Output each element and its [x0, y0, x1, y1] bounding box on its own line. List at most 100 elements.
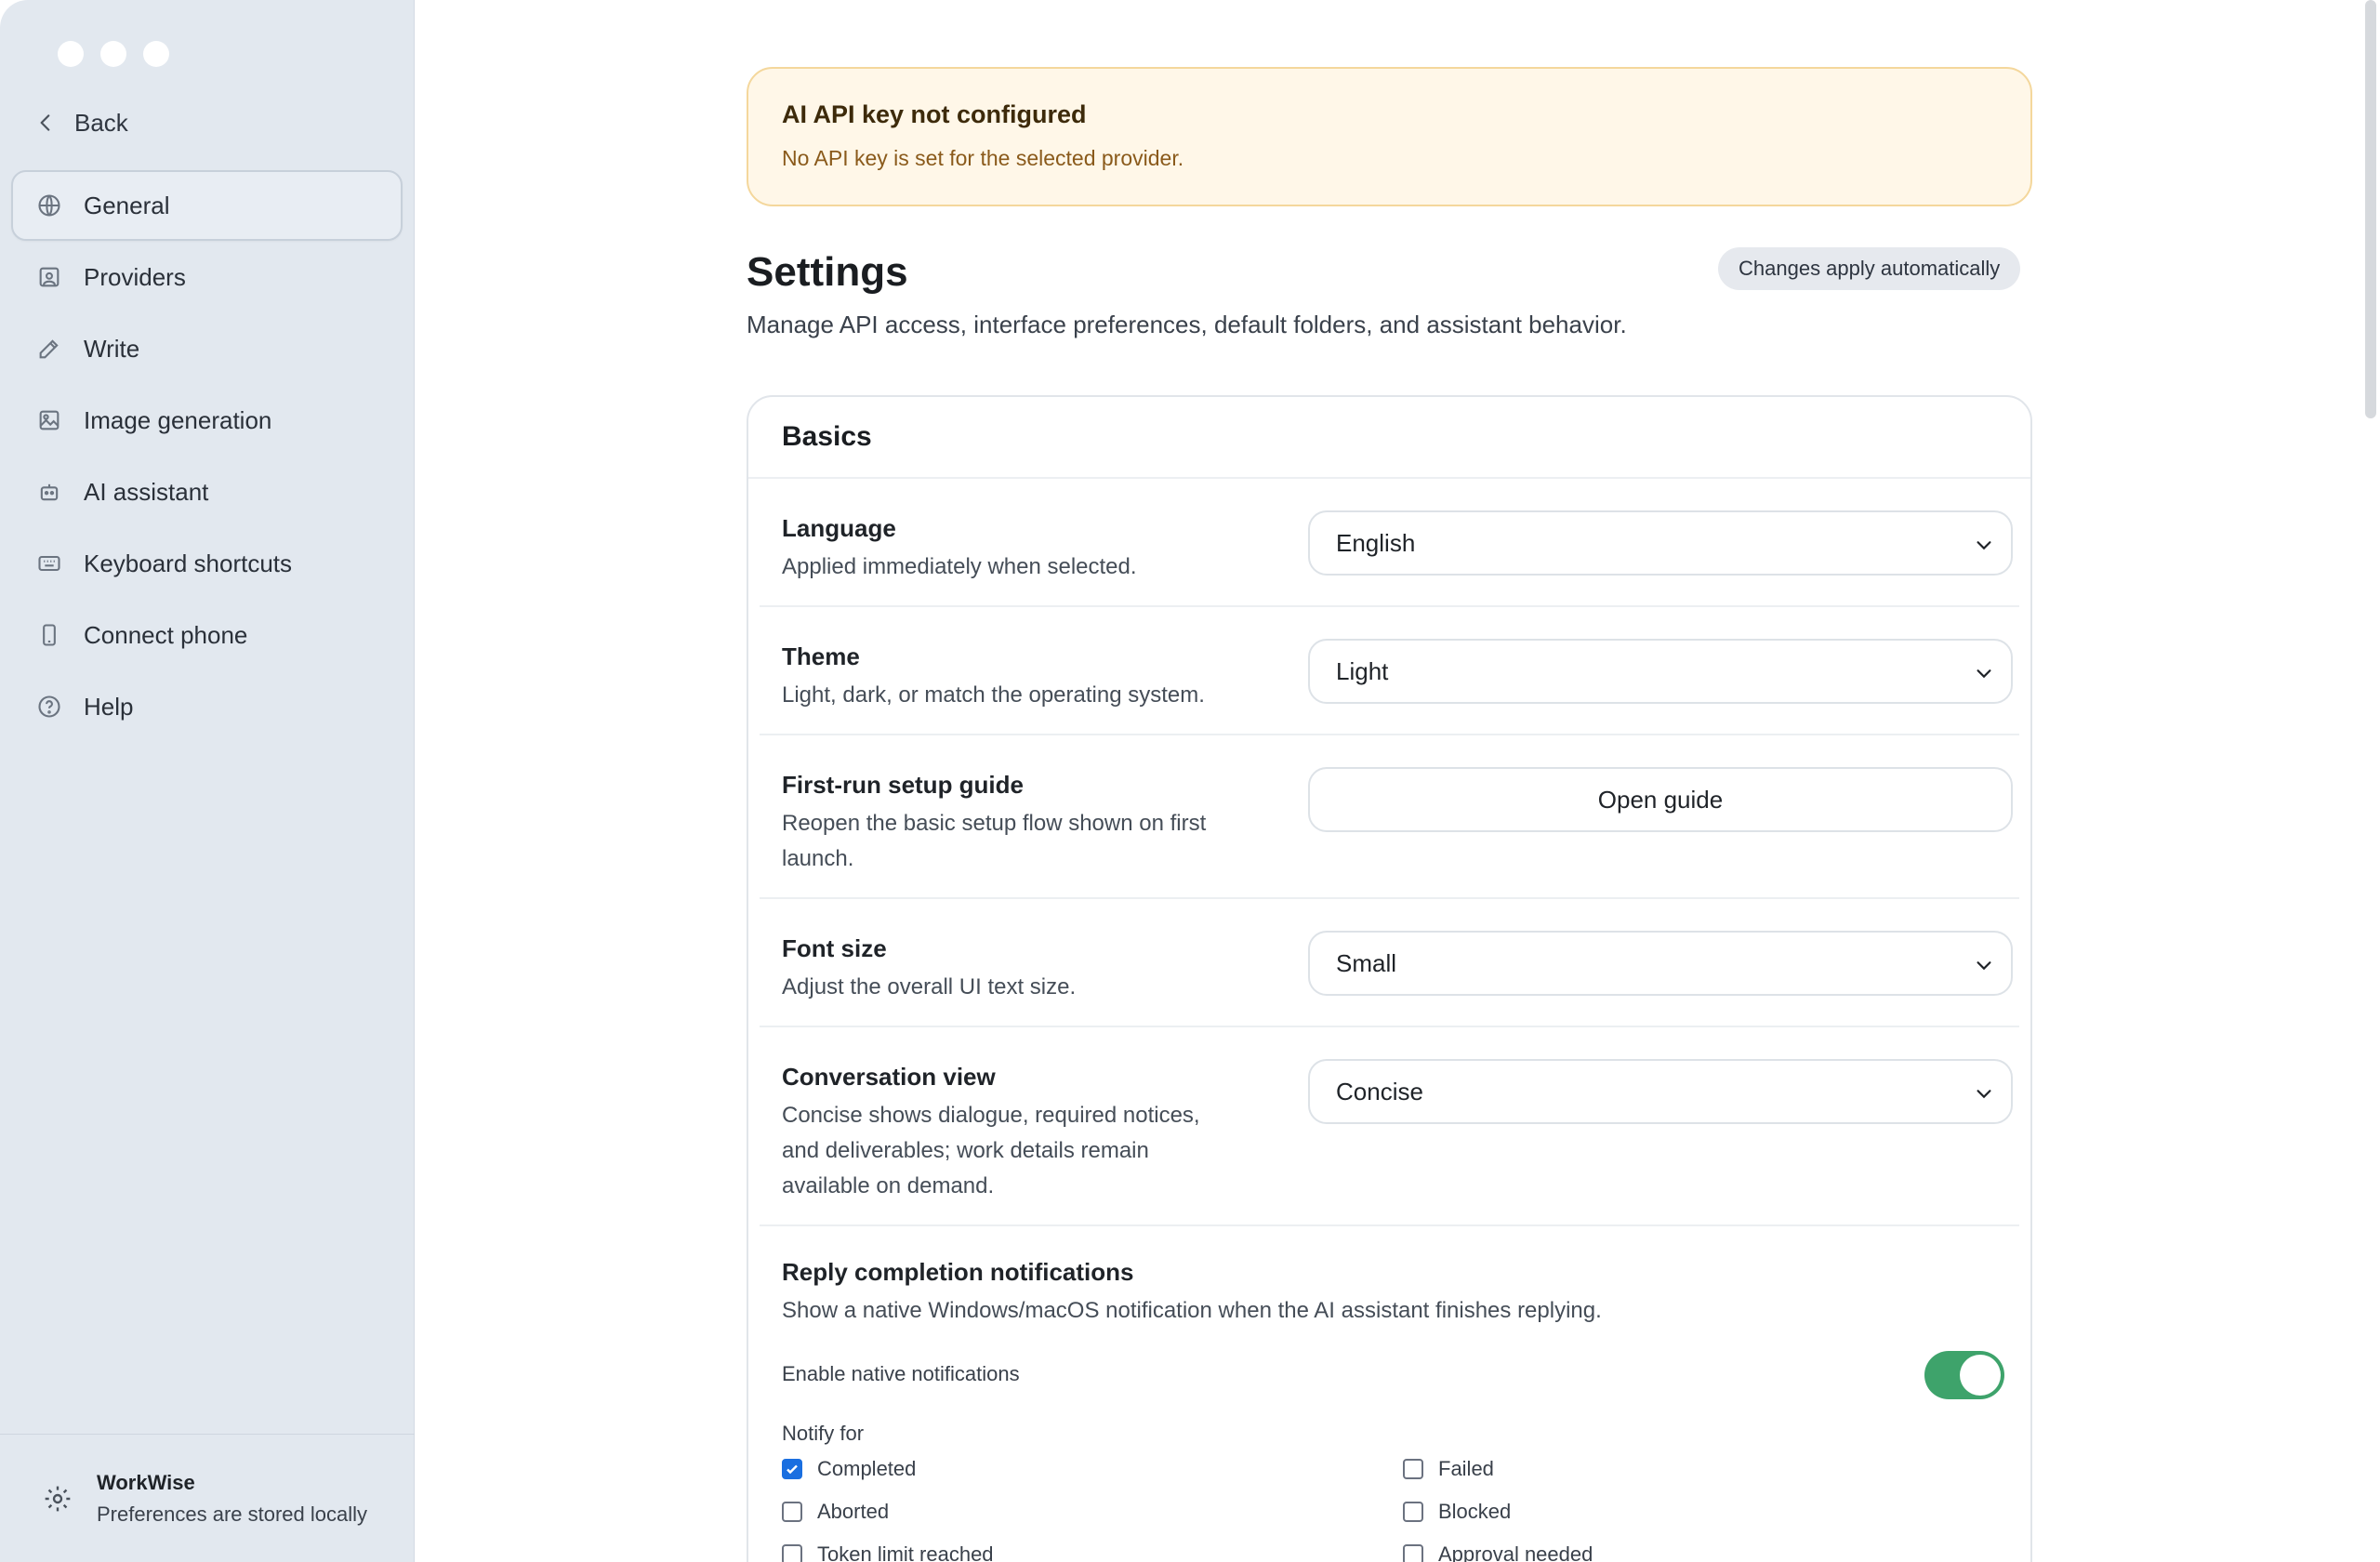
language-label: Language [782, 514, 896, 542]
sidebar: Back General Providers Write Image gener… [0, 0, 415, 1562]
sidebar-item-providers[interactable]: Providers [11, 242, 403, 312]
checkbox-icon [782, 1502, 802, 1522]
close-window-button[interactable] [58, 41, 84, 67]
providers-icon [35, 263, 63, 291]
globe-icon [35, 192, 63, 219]
settings-main: AI API key not configured No API key is … [415, 0, 2380, 1562]
robot-icon [35, 478, 63, 506]
gear-icon [45, 1486, 71, 1511]
sidebar-footer-text: WorkWise Preferences are stored locally [97, 1471, 376, 1527]
conversation-view-label: Conversation view [782, 1063, 996, 1091]
sidebar-item-write[interactable]: Write [11, 313, 403, 384]
checkbox-label: Failed [1438, 1457, 1494, 1480]
setup-guide-row: First-run setup guide Reopen the basic s… [760, 735, 2019, 899]
sidebar-item-keyboard-shortcuts[interactable]: Keyboard shortcuts [11, 528, 403, 599]
app-name: WorkWise [97, 1470, 195, 1494]
chevron-left-icon [40, 114, 50, 131]
zoom-window-button[interactable] [143, 41, 169, 67]
checkbox-label: Approval needed [1438, 1542, 1593, 1562]
keyboard-icon [35, 549, 63, 577]
language-row: Language Applied immediately when select… [760, 479, 2019, 607]
checkbox-icon [782, 1544, 802, 1562]
enable-notifications-label: Enable native notifications [782, 1362, 1020, 1385]
pencil-icon [35, 335, 63, 363]
window-controls [58, 41, 169, 67]
sidebar-item-label: Providers [84, 262, 186, 291]
checkbox-icon [1403, 1544, 1423, 1562]
chevron-down-icon [1977, 961, 1991, 971]
sidebar-item-label: Write [84, 334, 140, 363]
auto-apply-badge: Changes apply automatically [1718, 247, 2021, 290]
basics-card: Basics Language Applied immediately when… [747, 395, 2032, 1562]
theme-value: Light [1336, 656, 1389, 685]
chevron-down-icon [1977, 669, 1991, 679]
image-icon [35, 406, 63, 434]
theme-select[interactable]: Light [1308, 639, 2013, 704]
sidebar-item-label: General [84, 191, 170, 219]
checkbox-label: Completed [817, 1457, 917, 1480]
notify-failed-checkbox[interactable]: Failed [1403, 1457, 1494, 1481]
sidebar-item-general[interactable]: General [11, 170, 403, 241]
checkbox-label: Blocked [1438, 1500, 1512, 1523]
notifications-section: Reply completion notifications Show a na… [748, 1226, 2030, 1562]
checkbox-icon [1403, 1459, 1423, 1479]
alert-title: AI API key not configured [782, 100, 1087, 128]
theme-row: Theme Light, dark, or match the operatin… [760, 607, 2019, 735]
chevron-down-icon [1977, 1090, 1991, 1099]
font-size-desc: Adjust the overall UI text size. [782, 974, 1077, 999]
chevron-down-icon [1977, 541, 1991, 550]
font-size-select[interactable]: Small [1308, 931, 2013, 996]
font-size-label: Font size [782, 934, 887, 962]
minimize-window-button[interactable] [100, 41, 126, 67]
notify-blocked-checkbox[interactable]: Blocked [1403, 1500, 1511, 1524]
checkbox-icon [1403, 1502, 1423, 1522]
language-value: English [1336, 528, 1416, 557]
api-key-alert: AI API key not configured No API key is … [747, 67, 2032, 206]
notify-approval-needed-checkbox[interactable]: Approval needed [1403, 1542, 1593, 1562]
notify-aborted-checkbox[interactable]: Aborted [782, 1500, 889, 1524]
sidebar-item-label: AI assistant [84, 477, 209, 506]
notifications-label: Reply completion notifications [782, 1258, 1134, 1286]
sidebar-item-label: Help [84, 692, 134, 721]
sidebar-item-ai-assistant[interactable]: AI assistant [11, 457, 403, 527]
setup-guide-desc: Reopen the basic setup flow shown on fir… [782, 811, 1207, 871]
storage-note: Preferences are stored locally [97, 1502, 368, 1526]
language-select[interactable]: English [1308, 510, 2013, 576]
page-title: Settings [747, 249, 908, 295]
settings-nav: General Providers Write Image generation… [11, 170, 403, 743]
section-title: Basics [748, 397, 2030, 479]
sidebar-item-help[interactable]: Help [11, 671, 403, 742]
conversation-view-row: Conversation view Concise shows dialogue… [760, 1027, 2019, 1226]
sidebar-footer[interactable]: WorkWise Preferences are stored locally [0, 1434, 415, 1562]
sidebar-item-label: Connect phone [84, 620, 248, 649]
setup-guide-label: First-run setup guide [782, 771, 1024, 799]
language-desc: Applied immediately when selected. [782, 554, 1137, 579]
back-button[interactable]: Back [33, 104, 128, 141]
theme-label: Theme [782, 642, 860, 670]
scrollbar[interactable] [2365, 0, 2376, 418]
theme-desc: Light, dark, or match the operating syst… [782, 682, 1205, 708]
font-size-value: Small [1336, 948, 1397, 977]
sidebar-item-image-generation[interactable]: Image generation [11, 385, 403, 456]
notify-completed-checkbox[interactable]: Completed [782, 1457, 916, 1481]
open-guide-button[interactable]: Open guide [1308, 767, 2013, 832]
notify-for-label: Notify for [782, 1422, 865, 1445]
enable-notifications-toggle[interactable] [1924, 1351, 2004, 1399]
conversation-view-value: Concise [1336, 1077, 1423, 1105]
toggle-knob [1960, 1355, 2001, 1396]
checkbox-checked-icon [782, 1459, 802, 1479]
back-label: Back [74, 108, 128, 137]
notifications-desc: Show a native Windows/macOS notification… [782, 1298, 1602, 1323]
phone-icon [35, 621, 63, 649]
notify-token-limit-checkbox[interactable]: Token limit reached [782, 1542, 994, 1562]
conversation-view-select[interactable]: Concise [1308, 1059, 2013, 1124]
sidebar-item-label: Image generation [84, 405, 272, 434]
sidebar-item-connect-phone[interactable]: Connect phone [11, 600, 403, 670]
page-subtitle: Manage API access, interface preferences… [747, 311, 1627, 338]
sidebar-item-label: Keyboard shortcuts [84, 549, 293, 577]
checkbox-label: Token limit reached [817, 1542, 994, 1562]
conversation-view-desc: Concise shows dialogue, required notices… [782, 1103, 1200, 1198]
alert-text: No API key is set for the selected provi… [782, 146, 1184, 170]
font-size-row: Font size Adjust the overall UI text siz… [760, 899, 2019, 1027]
help-icon [35, 693, 63, 721]
